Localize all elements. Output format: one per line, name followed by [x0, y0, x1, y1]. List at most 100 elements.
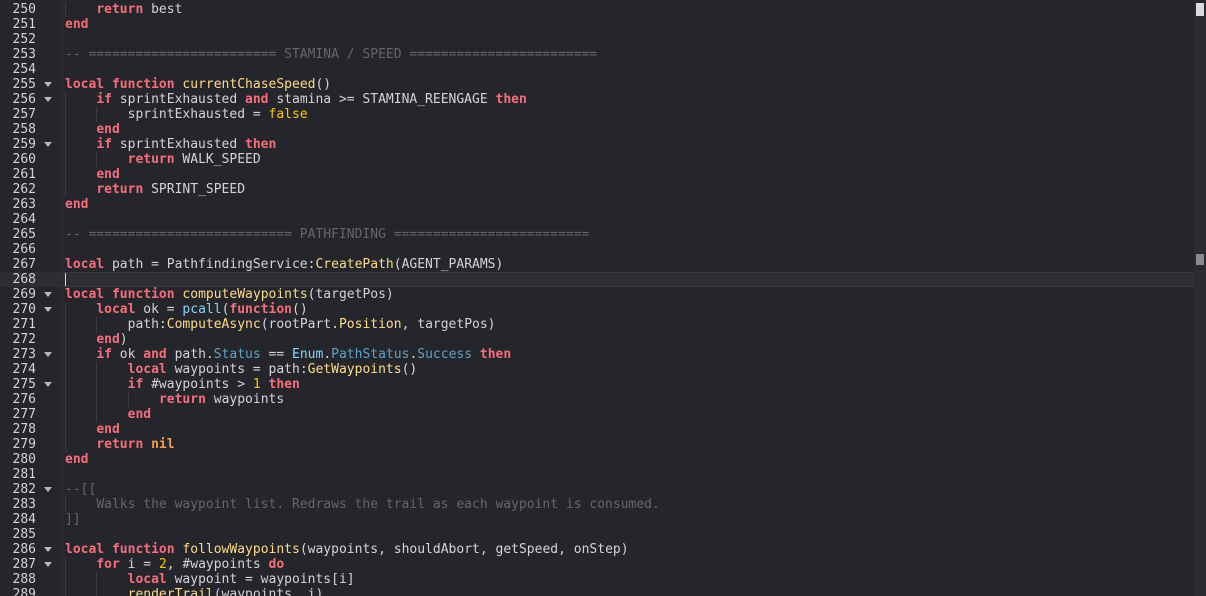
code-line[interactable]: 261 end	[0, 167, 1194, 182]
indent-guide	[65, 92, 66, 107]
code-token: PathStatus	[331, 347, 410, 362]
code-line[interactable]: 262 return SPRINT_SPEED	[0, 182, 1194, 197]
indent-guide	[65, 422, 66, 437]
code-text: if sprintExhausted and stamina >= STAMIN…	[96, 92, 527, 107]
code-line[interactable]: 279 return nil	[0, 437, 1194, 452]
code-line[interactable]: 281	[0, 467, 1194, 482]
code-line[interactable]: 265 -- ========================== PATHFIN…	[0, 227, 1194, 242]
code-line[interactable]: 276 return waypoints	[0, 392, 1194, 407]
line-number: 285	[12, 527, 36, 542]
code-line[interactable]: 270 local ok = pcall(function()	[0, 302, 1194, 317]
code-token: 2	[158, 557, 167, 572]
indent-guide	[96, 377, 98, 392]
line-number: 265	[12, 227, 36, 242]
code-line[interactable]: 288 local waypoint = waypoints[i]	[0, 572, 1194, 587]
code-line[interactable]: 282 --[[	[0, 482, 1194, 497]
scrollbar-thumb[interactable]	[1196, 3, 1204, 16]
code-line[interactable]: 258 end	[0, 122, 1194, 137]
code-line[interactable]: 260 return WALK_SPEED	[0, 152, 1194, 167]
code-line[interactable]: 264	[0, 212, 1194, 227]
fold-arrow-icon[interactable]	[44, 142, 52, 147]
code-line[interactable]: 283 Walks the waypoint list. Redraws the …	[0, 497, 1194, 512]
line-number: 258	[12, 122, 36, 137]
code-token: nil	[151, 437, 175, 452]
line-number: 269	[12, 287, 36, 302]
code-line[interactable]: 278 end	[0, 422, 1194, 437]
code-token: , #waypoints	[166, 557, 269, 572]
line-number: 254	[12, 62, 36, 77]
code-token: (waypoints, i)	[213, 587, 324, 596]
code-text: local path = PathfindingService:CreatePa…	[65, 257, 503, 272]
code-token: function	[111, 287, 175, 302]
code-line[interactable]: 284]]	[0, 512, 1194, 527]
line-number: 283	[12, 497, 36, 512]
code-token: -- ========================== PATHFINDIN…	[65, 227, 590, 242]
code-line[interactable]: 277 end	[0, 407, 1194, 422]
fold-arrow-icon[interactable]	[44, 487, 52, 492]
code-line[interactable]: 268	[0, 272, 1194, 287]
code-text: local ok = pcall(function()	[96, 302, 307, 317]
code-line[interactable]: 263 end	[0, 197, 1194, 212]
code-line[interactable]: 275 if #waypoints > 1 then	[0, 377, 1194, 392]
line-number: 288	[12, 572, 36, 587]
line-number: 267	[12, 257, 36, 272]
code-token: renderTrail	[127, 587, 214, 596]
fold-arrow-icon[interactable]	[44, 352, 52, 357]
line-number: 263	[12, 197, 36, 212]
code-token: then	[268, 377, 300, 392]
code-lines[interactable]: 250 return best 251 end 252 253 -- ===========…	[0, 2, 1194, 596]
fold-arrow-icon[interactable]	[44, 82, 52, 87]
code-text: end	[96, 167, 119, 182]
code-line[interactable]: 285	[0, 527, 1194, 542]
code-line[interactable]: 269 local function computeWaypoints(targe…	[0, 287, 1194, 302]
line-number: 253	[12, 47, 36, 62]
code-line[interactable]: 250 return best	[0, 2, 1194, 17]
fold-arrow-icon[interactable]	[44, 307, 52, 312]
code-line[interactable]: 267 local path = PathfindingService:Creat…	[0, 257, 1194, 272]
code-line[interactable]: 286 local function followWaypoints(waypoi…	[0, 542, 1194, 557]
code-line[interactable]: 251 end	[0, 17, 1194, 32]
fold-arrow-icon[interactable]	[44, 97, 52, 102]
line-number: 279	[12, 437, 36, 452]
code-line[interactable]: 266	[0, 242, 1194, 257]
fold-arrow-icon[interactable]	[44, 547, 52, 552]
code-line[interactable]: 272 end)	[0, 332, 1194, 347]
indent-guide	[65, 587, 66, 596]
code-token: then	[245, 137, 277, 152]
indent-guide	[96, 362, 98, 377]
code-line[interactable]: 259 if sprintExhausted then	[0, 137, 1194, 152]
code-line[interactable]: 271 path:ComputeAsync(rootPart.Position, …	[0, 317, 1194, 332]
code-line[interactable]: 280 end	[0, 452, 1194, 467]
scrollbar-position-marker	[1196, 254, 1204, 265]
code-line[interactable]: 255 local function currentChaseSpeed()	[0, 77, 1194, 92]
code-text: ]]	[65, 512, 81, 527]
fold-arrow-icon[interactable]	[44, 562, 52, 567]
code-line[interactable]: 256 if sprintExhausted and stamina >= STA…	[0, 92, 1194, 107]
code-line[interactable]: 289 renderTrail(waypoints, i)	[0, 587, 1194, 596]
code-line[interactable]: 252	[0, 32, 1194, 47]
code-line[interactable]: 253 -- ======================== STAMINA /…	[0, 47, 1194, 62]
code-line[interactable]: 257 sprintExhausted = false	[0, 107, 1194, 122]
indent-guide	[96, 152, 98, 167]
fold-arrow-icon[interactable]	[44, 292, 52, 297]
line-number: 271	[12, 317, 36, 332]
code-line[interactable]: 287 for i = 2, #waypoints do	[0, 557, 1194, 572]
code-line[interactable]: 254	[0, 62, 1194, 77]
code-line[interactable]: 274 local waypoints = path:GetWaypoints()	[0, 362, 1194, 377]
code-token: ok =	[135, 302, 183, 317]
code-token: end	[96, 332, 120, 347]
fold-arrow-icon[interactable]	[44, 382, 52, 387]
code-text: Walks the waypoint list. Redraws the tra…	[96, 497, 660, 512]
indent-guide	[65, 152, 66, 167]
code-text: for i = 2, #waypoints do	[96, 557, 284, 572]
vertical-scrollbar[interactable]	[1194, 0, 1206, 596]
code-token: return	[96, 437, 144, 452]
code-line[interactable]: 273 if ok and path.Status == Enum.PathSta…	[0, 347, 1194, 362]
code-token: Walks the waypoint list. Redraws the tra…	[96, 497, 660, 512]
code-editor[interactable]: 250 return best 251 end 252 253 -- ===========…	[0, 0, 1206, 596]
code-text: return nil	[96, 437, 174, 452]
code-token: best	[143, 2, 183, 17]
